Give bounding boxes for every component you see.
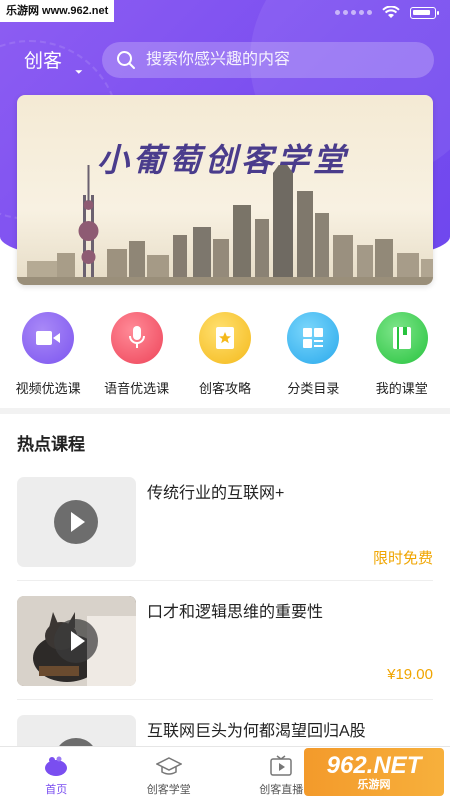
- notebook-icon: [375, 312, 428, 364]
- star-book-icon: [198, 312, 251, 364]
- search-input[interactable]: [146, 51, 406, 69]
- battery-icon: [410, 6, 439, 19]
- status-bar-icons: [335, 6, 439, 19]
- graduation-cap-icon: [155, 757, 182, 775]
- section-divider: [0, 408, 450, 414]
- quick-nav-categories[interactable]: 分类目录: [269, 312, 357, 402]
- course-item[interactable]: 口才和逻辑思维的重要性 ¥19.00: [17, 596, 433, 700]
- quick-nav-label: 创客攻略: [198, 381, 251, 396]
- hot-courses-title: 热点课程: [17, 435, 85, 454]
- quick-nav-label: 视频优选课: [15, 381, 81, 396]
- course-thumbnail[interactable]: [17, 596, 136, 686]
- city-label: 创客: [24, 51, 63, 72]
- dropdown-caret-icon: [71, 63, 83, 74]
- city-selector[interactable]: 创客: [24, 46, 83, 74]
- quick-nav-maker-guide[interactable]: 创客攻略: [181, 312, 269, 402]
- quick-nav-label: 我的课堂: [375, 381, 428, 396]
- promo-banner[interactable]: 小葡萄创客学堂: [17, 95, 433, 285]
- row-divider: [17, 699, 433, 700]
- wifi-icon: [382, 6, 400, 18]
- course-price: 限时免费: [372, 550, 433, 567]
- tab-label: 创客学堂: [146, 784, 191, 796]
- quick-nav-video-courses[interactable]: 视频优选课: [4, 312, 92, 402]
- home-grape-icon: [45, 756, 68, 776]
- course-thumbnail[interactable]: [17, 477, 136, 567]
- quick-nav-label: 分类目录: [287, 381, 340, 396]
- video-camera-icon: [22, 312, 75, 364]
- search-icon: [117, 51, 135, 69]
- tab-label: 创客直播: [259, 784, 304, 796]
- tab-maker-academy[interactable]: 创客学堂: [121, 755, 217, 797]
- row-divider: [17, 580, 433, 581]
- quick-nav-label: 语音优选课: [104, 381, 170, 396]
- quick-nav: 视频优选课 语音优选课 创客攻略 分类目录 我的课堂: [0, 312, 450, 402]
- city-skyline-illustration: [17, 165, 433, 285]
- course-title: 口才和逻辑思维的重要性: [147, 604, 324, 621]
- play-icon[interactable]: [54, 619, 98, 663]
- tab-home[interactable]: 首页: [8, 755, 104, 797]
- site-watermark-logo: 962.NET 乐游网: [304, 748, 444, 796]
- watermark-subtitle: 乐游网: [357, 778, 391, 791]
- quick-nav-audio-courses[interactable]: 语音优选课: [93, 312, 181, 402]
- tab-label: 首页: [45, 784, 68, 796]
- quick-nav-my-classroom[interactable]: 我的课堂: [358, 312, 446, 402]
- signal-dots-icon: [335, 10, 372, 15]
- search-bar[interactable]: [102, 42, 434, 78]
- watermark-brand: 962.NET: [326, 751, 422, 779]
- course-item[interactable]: 传统行业的互联网+ 限时免费: [17, 477, 433, 581]
- live-tv-icon: [270, 755, 292, 776]
- course-title: 传统行业的互联网+: [147, 485, 285, 502]
- microphone-icon: [110, 312, 163, 364]
- site-watermark: 乐游网 www.962.net: [0, 0, 115, 22]
- grid-list-icon: [287, 312, 340, 364]
- course-price: ¥19.00: [387, 666, 433, 683]
- play-icon[interactable]: [54, 500, 98, 544]
- course-title: 互联网巨头为何都渴望回归A股: [147, 723, 366, 740]
